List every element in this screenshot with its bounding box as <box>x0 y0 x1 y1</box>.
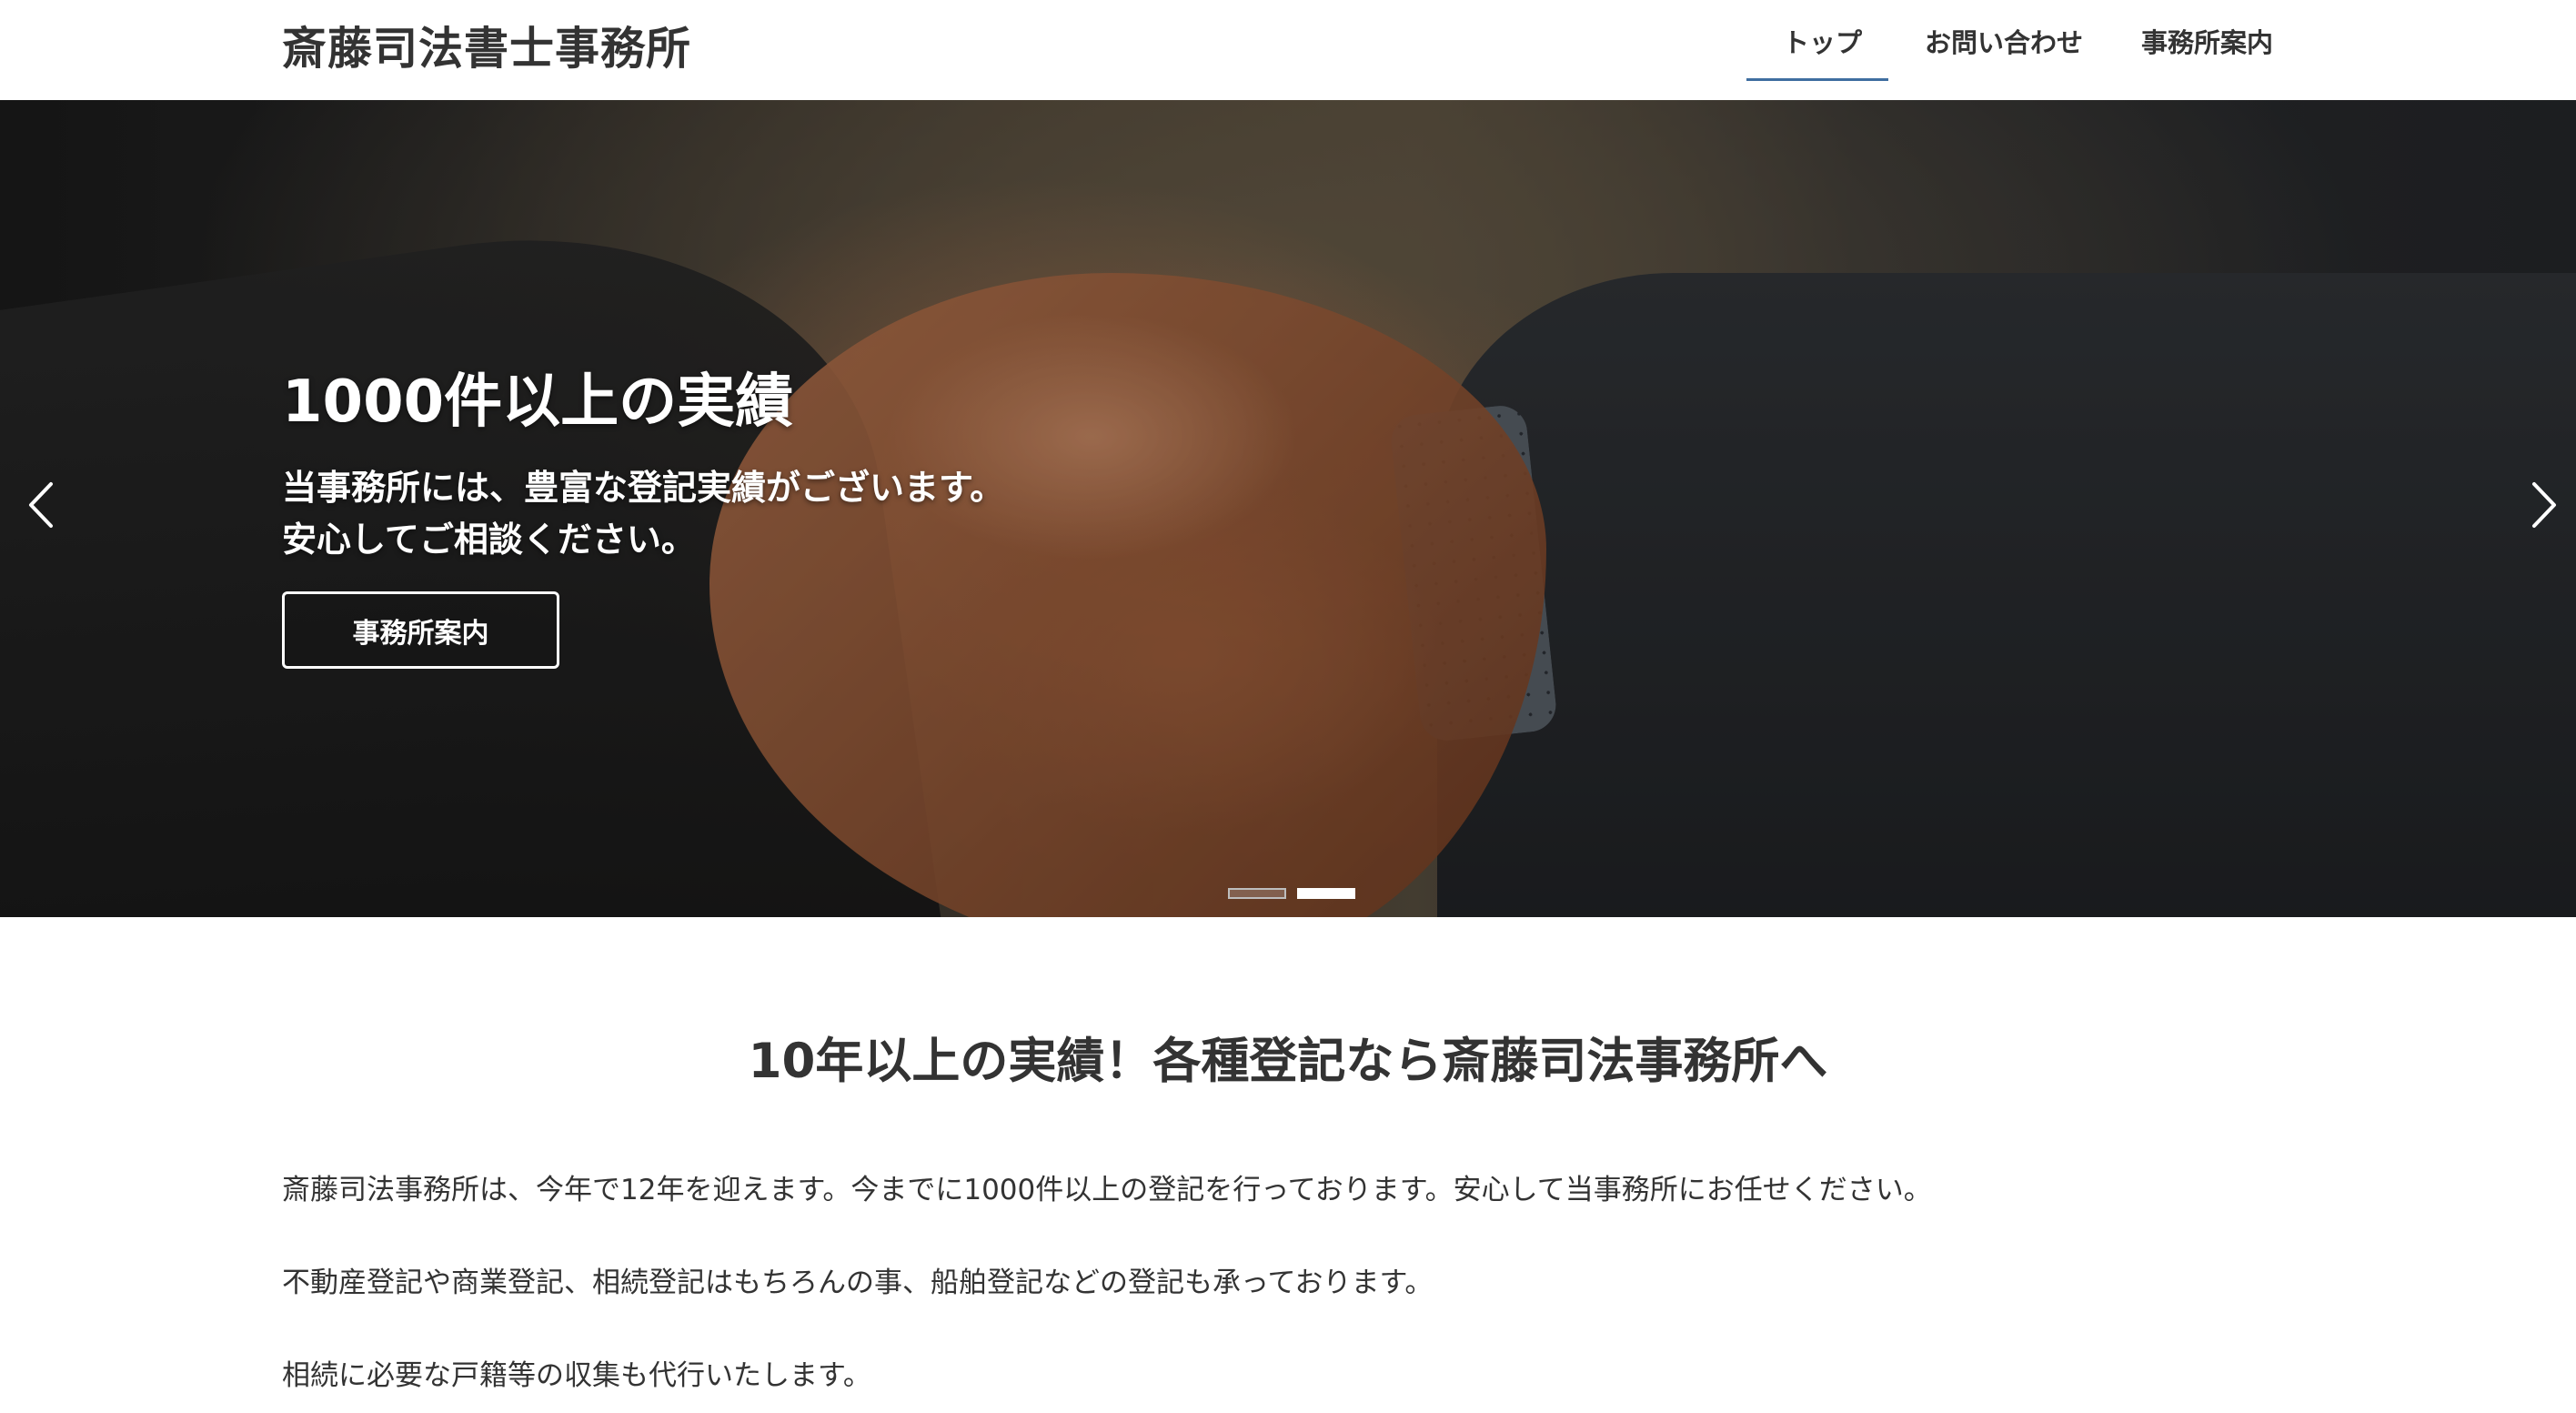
chevron-left-icon <box>29 482 53 528</box>
nav-item-office-guide[interactable]: 事務所案内 <box>2141 22 2273 60</box>
slider-indicator-2[interactable] <box>1297 888 1355 899</box>
chevron-right-icon <box>2532 482 2556 528</box>
nav-item-contact[interactable]: お問い合わせ <box>1925 22 2083 60</box>
intro-paragraph-1: 斎藤司法事務所は、今年で12年を迎えます。今までに1000件以上の登記を行ってお… <box>282 1174 1932 1206</box>
nav-active-indicator <box>1746 78 1888 81</box>
hero-text-line2: 安心してご相談ください。 <box>282 520 696 560</box>
intro-paragraph-3: 相続に必要な戸籍等の収集も代行いたします。 <box>282 1359 871 1392</box>
slider-prev-button[interactable] <box>15 464 69 546</box>
slider-indicators <box>0 888 2576 901</box>
site-header: 斎藤司法書士事務所 トップ お問い合わせ 事務所案内 <box>0 0 2576 100</box>
site-title[interactable]: 斎藤司法書士事務所 <box>282 13 691 77</box>
slider-next-button[interactable] <box>2516 464 2571 546</box>
hero-heading: 1000件以上の実績 <box>282 368 794 436</box>
intro-paragraph-2: 不動産登記や商業登記、相続登記はもちろんの事、船舶登記などの登記も承っております… <box>282 1267 1434 1299</box>
office-guide-button[interactable]: 事務所案内 <box>282 591 559 669</box>
hero-text-line1: 当事務所には、豊富な登記実績がございます。 <box>282 468 1005 508</box>
main-heading: 10年以上の実績！各種登記なら斎藤司法事務所へ <box>748 1034 1828 1089</box>
slider-indicator-1[interactable] <box>1228 888 1286 899</box>
hero-slider: 1000件以上の実績 当事務所には、豊富な登記実績がございます。 安心してご相談… <box>0 100 2576 917</box>
nav-item-top[interactable]: トップ <box>1783 22 1862 60</box>
hero-text: 当事務所には、豊富な登記実績がございます。 安心してご相談ください。 <box>282 462 1004 566</box>
